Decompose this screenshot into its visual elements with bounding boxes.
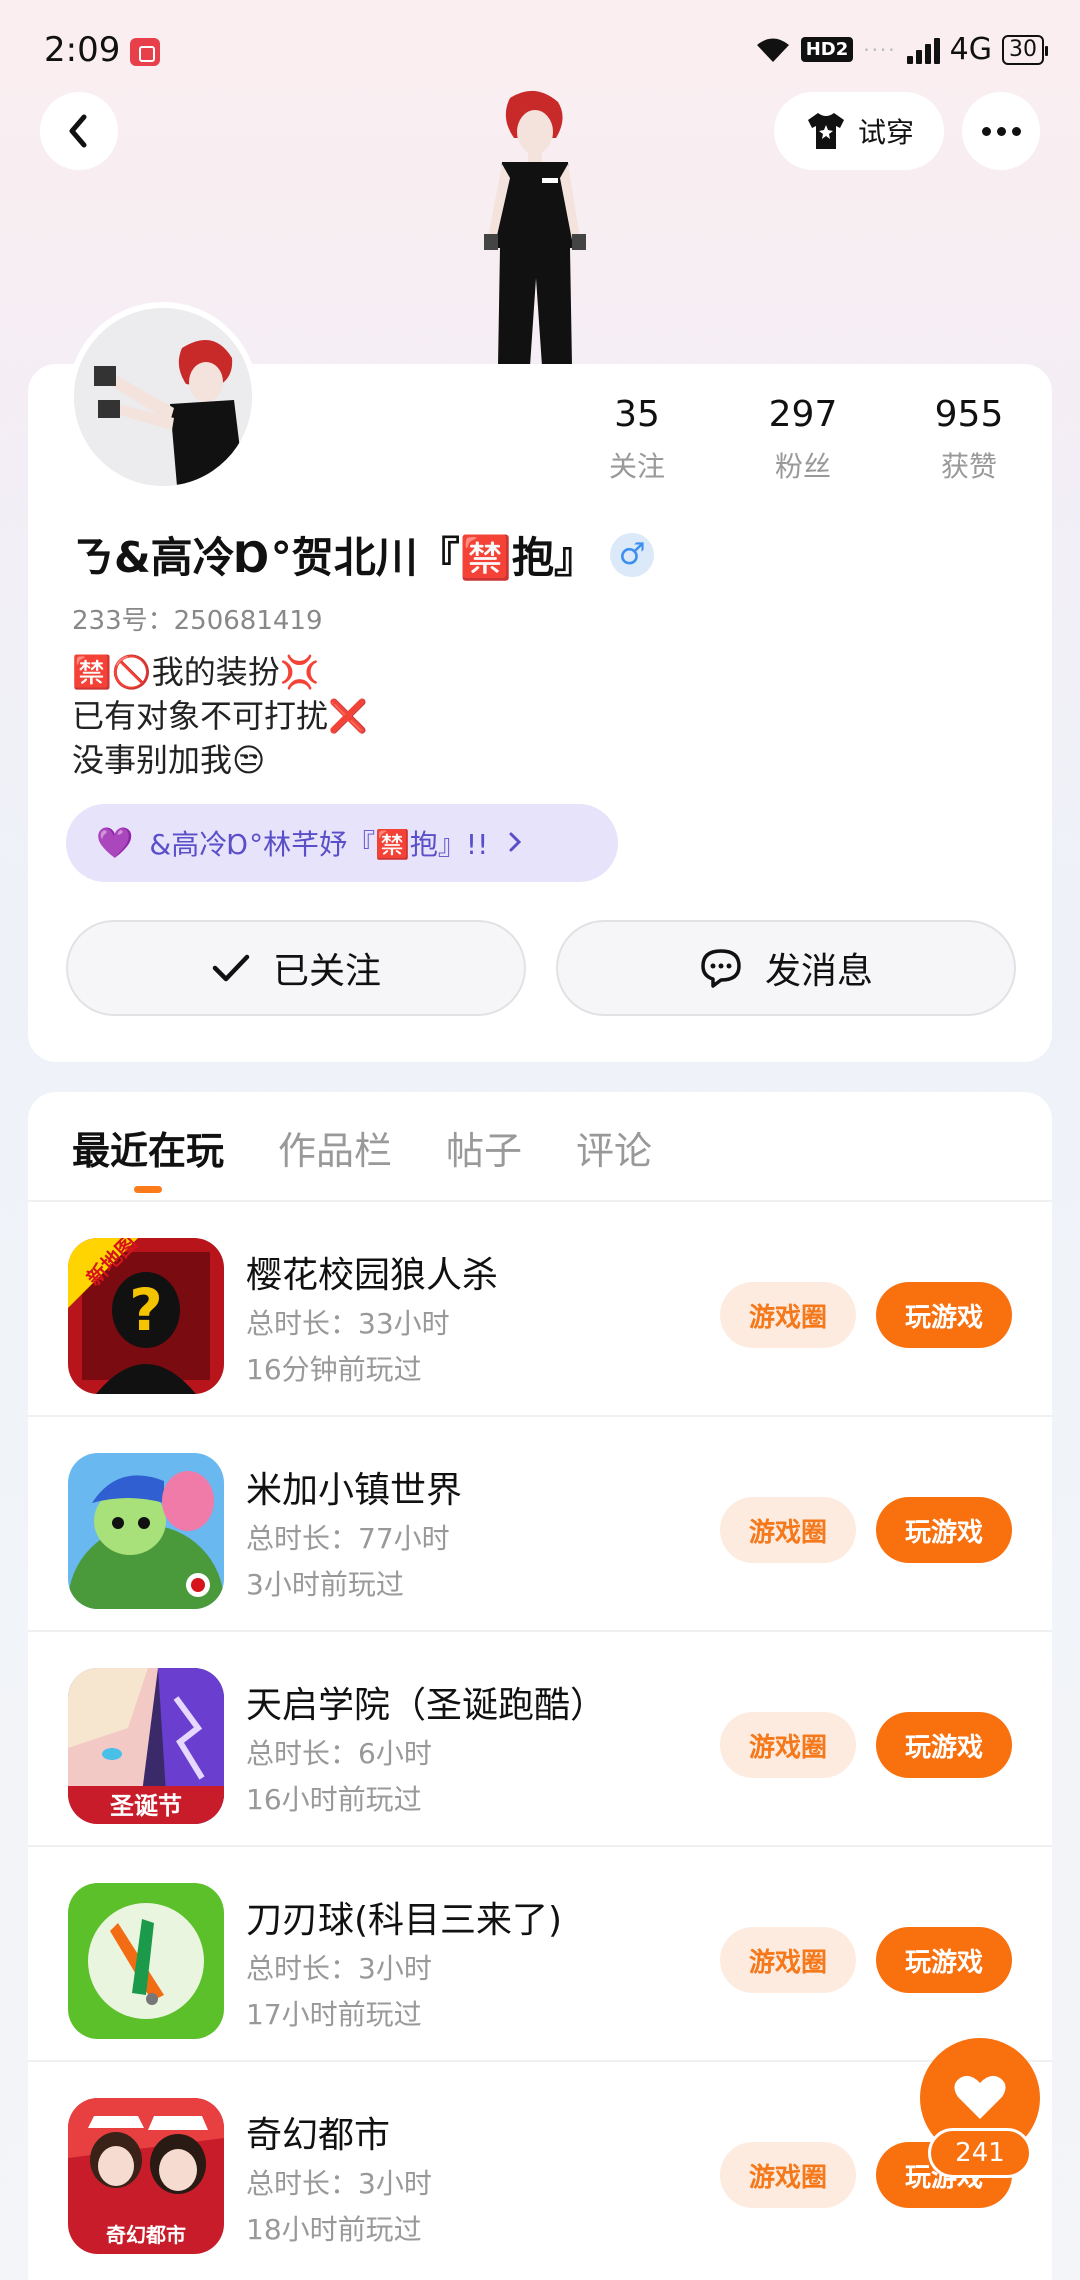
content-card: 最近在玩 作品栏 帖子 评论 ? 新地图 樱花校园狼人杀 总时长：33小时 16… [28, 1092, 1052, 2280]
status-bar: 2:09 HD2 ···· 4G 30 [0, 0, 1080, 100]
stat-value: 955 [934, 394, 1004, 435]
game-name: 天启学院（圣诞跑酷） [246, 1685, 607, 1726]
character-figure[interactable] [470, 88, 600, 366]
game-name: 樱花校园狼人杀 [246, 1255, 499, 1296]
chevron-left-icon [69, 114, 87, 148]
more-options-button[interactable] [962, 92, 1040, 170]
game-row[interactable]: 米加小镇世界 总时长：77小时 3小时前玩过 游戏圈 玩游戏 [28, 1417, 1052, 1632]
game-circle-button[interactable]: 游戏圈 [720, 1497, 856, 1563]
tab-bar: 最近在玩 作品栏 帖子 评论 [72, 1120, 652, 1210]
game-icon[interactable]: ? 新地图 [68, 1238, 224, 1394]
stat-label: 关注 [608, 450, 665, 483]
username: ㄋ&高冷Ɒ°贺北川『🈲抱』 ♂ [72, 524, 655, 585]
send-message-button[interactable]: 发消息 [556, 920, 1016, 1016]
couple-tag[interactable]: 💜 &高冷Ɒ°林芊妤『🈲抱』!! [66, 804, 618, 882]
game-name: 刀刃球(科目三来了) [246, 1900, 563, 1941]
profile-card: 35 关注 297 粉丝 955 获赞 ㄋ&高冷Ɒ°贺北川『🈲抱』 ♂ 233号… [28, 302, 1052, 1062]
signal-bars-icon [906, 36, 940, 64]
checkmark-icon [212, 954, 250, 982]
stat-label: 获赞 [940, 450, 997, 483]
game-circle-button[interactable]: 游戏圈 [720, 1927, 856, 1993]
game-icon[interactable]: 圣诞节 [68, 1668, 224, 1824]
stats-row: 35 关注 297 粉丝 955 获赞 [594, 394, 1012, 485]
status-time: 2:09 [44, 30, 121, 70]
game-icon[interactable] [68, 1453, 224, 1609]
tab-recently-played[interactable]: 最近在玩 [72, 1120, 224, 1210]
stat-value: 35 [614, 394, 660, 435]
back-button[interactable] [40, 92, 118, 170]
game-total-time: 总时长：3小时 [246, 1952, 432, 1985]
game-name: 米加小镇世界 [246, 1470, 463, 1511]
avatar[interactable] [68, 302, 258, 492]
game-list: ? 新地图 樱花校园狼人杀 总时长：33小时 16分钟前玩过 游戏圈 玩游戏 米… [28, 1202, 1052, 2277]
stat-label: 粉丝 [774, 450, 831, 483]
following-label: 已关注 [272, 951, 381, 992]
play-game-button[interactable]: 玩游戏 [876, 1712, 1012, 1778]
bio-line: 已有对象不可打扰❌ [72, 697, 368, 735]
hd-badge: HD2 [800, 37, 854, 62]
signal-dots-icon: ···· [863, 37, 897, 62]
game-circle-button[interactable]: 游戏圈 [720, 2142, 856, 2208]
chevron-right-icon [508, 827, 522, 860]
game-total-time: 总时长：77小时 [246, 1522, 450, 1555]
game-total-time: 总时长：33小时 [246, 1307, 450, 1340]
game-row[interactable]: 圣诞节 天启学院（圣诞跑酷） 总时长：6小时 16小时前玩过 游戏圈 玩游戏 [28, 1632, 1052, 1847]
game-last-played: 17小时前玩过 [246, 1998, 422, 2031]
stat-following[interactable]: 35 关注 [594, 394, 680, 485]
screen-record-icon [130, 38, 160, 66]
game-circle-button[interactable]: 游戏圈 [720, 1282, 856, 1348]
following-button[interactable]: 已关注 [66, 920, 526, 1016]
game-row[interactable]: ? 新地图 樱花校园狼人杀 总时长：33小时 16分钟前玩过 游戏圈 玩游戏 [28, 1202, 1052, 1417]
male-gender-icon: ♂ [610, 532, 655, 577]
status-icons: HD2 ···· 4G 30 [755, 32, 1048, 67]
game-last-played: 16小时前玩过 [246, 1783, 422, 1816]
try-on-button[interactable]: 试穿 [774, 92, 944, 170]
svg-text:?: ? [129, 1276, 163, 1344]
game-row[interactable]: 刀刃球(科目三来了) 总时长：3小时 17小时前玩过 游戏圈 玩游戏 [28, 1847, 1052, 2062]
tab-comments[interactable]: 评论 [576, 1120, 652, 1210]
game-name: 奇幻都市 [246, 2115, 391, 2156]
bio-line: 没事别加我😒 [72, 741, 266, 779]
try-on-label: 试穿 [857, 116, 914, 149]
play-game-button[interactable]: 玩游戏 [876, 1282, 1012, 1348]
more-dot-icon [996, 126, 1006, 136]
tshirt-icon [807, 113, 844, 149]
stat-value: 297 [768, 394, 838, 435]
game-total-time: 总时长：6小时 [246, 1737, 432, 1770]
action-buttons: 已关注 发消息 [66, 920, 1016, 1016]
play-game-button[interactable]: 玩游戏 [876, 1497, 1012, 1563]
play-game-button[interactable]: 玩游戏 [876, 1927, 1012, 1993]
game-badge: 奇幻都市 [106, 2223, 186, 2247]
heart-icon [954, 2075, 1006, 2119]
game-total-time: 总时长：3小时 [246, 2167, 432, 2200]
game-badge: 圣诞节 [110, 1792, 182, 1820]
send-message-label: 发消息 [764, 951, 873, 992]
like-count: 241 [928, 2128, 1032, 2178]
game-circle-button[interactable]: 游戏圈 [720, 1712, 856, 1778]
bio-line: 🈲🚫我的装扮💢 [72, 653, 320, 691]
game-last-played: 3小时前玩过 [246, 1568, 404, 1601]
game-icon[interactable]: 奇幻都市 [68, 2098, 224, 2254]
tab-posts[interactable]: 帖子 [446, 1120, 522, 1210]
tab-works[interactable]: 作品栏 [278, 1120, 392, 1210]
bio: 🈲🚫我的装扮💢 已有对象不可打扰❌ 没事别加我😒 [72, 650, 368, 782]
network-type: 4G [949, 32, 992, 67]
battery-icon: 30 [1002, 34, 1048, 65]
more-dot-icon [981, 126, 991, 136]
game-last-played: 18小时前玩过 [246, 2213, 422, 2246]
user-id[interactable]: 233号：250681419 [72, 600, 323, 637]
game-last-played: 16分钟前玩过 [246, 1353, 422, 1386]
stat-likes[interactable]: 955 获赞 [926, 394, 1012, 485]
username-text: ㄋ&高冷Ɒ°贺北川『🈲抱』 [72, 533, 597, 582]
chat-bubble-icon [701, 949, 741, 988]
game-row[interactable]: 奇幻都市 奇幻都市 总时长：3小时 18小时前玩过 游戏圈 玩游戏 [28, 2062, 1052, 2277]
wifi-icon [755, 36, 791, 64]
couple-heart-icon: 💜 [96, 825, 134, 861]
stat-followers[interactable]: 297 粉丝 [760, 394, 846, 485]
game-icon[interactable] [68, 1883, 224, 2039]
more-dot-icon [1011, 126, 1021, 136]
couple-tag-label: &高冷Ɒ°林芊妤『🈲抱』!! [149, 828, 489, 861]
